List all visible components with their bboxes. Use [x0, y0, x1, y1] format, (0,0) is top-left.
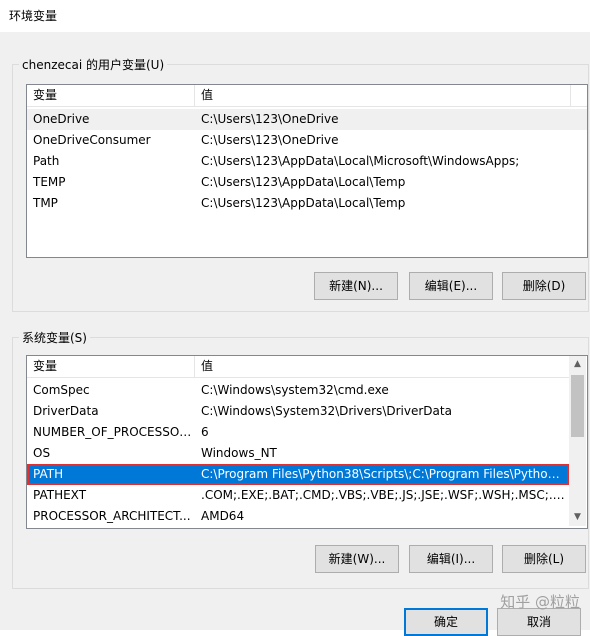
scroll-thumb[interactable]	[571, 375, 584, 437]
variable-value: C:\Users\123\OneDrive	[201, 133, 339, 147]
column-header-variable[interactable]: 变量	[27, 356, 194, 377]
variable-name: Path	[33, 154, 60, 168]
table-row[interactable]: PATHEXT .COM;.EXE;.BAT;.CMD;.VBS;.VBE;.J…	[27, 485, 569, 506]
table-row-selected[interactable]: PATH C:\Program Files\Python38\Scripts\;…	[27, 464, 569, 485]
system-variables-label: 系统变量(S)	[19, 329, 90, 346]
variable-value: C:\Program Files\Python38\Scripts\;C:\Pr…	[201, 467, 567, 481]
column-header-value[interactable]: 值	[195, 356, 569, 377]
variable-name: OneDrive	[33, 112, 90, 126]
table-row[interactable]: DriverData C:\Windows\System32\Drivers\D…	[27, 401, 569, 422]
column-header-value[interactable]: 值	[195, 85, 570, 106]
variable-value: .COM;.EXE;.BAT;.CMD;.VBS;.VBE;.JS;.JSE;.…	[201, 488, 567, 502]
cancel-button[interactable]: 取消	[497, 608, 581, 636]
ok-button[interactable]: 确定	[404, 608, 488, 636]
variable-name: PROCESSOR_ARCHITECT...	[33, 509, 191, 523]
variable-value: C:\Windows\System32\Drivers\DriverData	[201, 404, 452, 418]
table-row[interactable]: OneDriveConsumer C:\Users\123\OneDrive	[27, 130, 587, 151]
system-list-header: 变量 值	[27, 356, 569, 378]
variable-name: TEMP	[33, 175, 66, 189]
chevron-up-icon[interactable]: ▲	[569, 356, 586, 373]
variable-value: Windows_NT	[201, 446, 277, 460]
variable-value: C:\Users\123\OneDrive	[201, 112, 339, 126]
variable-value: C:\Users\123\AppData\Local\Temp	[201, 175, 406, 189]
variable-value: C:\Windows\system32\cmd.exe	[201, 383, 389, 397]
system-edit-button[interactable]: 编辑(I)...	[409, 545, 493, 573]
table-row[interactable]: Path C:\Users\123\AppData\Local\Microsof…	[27, 151, 587, 172]
user-variables-list[interactable]: 变量 值 OneDrive C:\Users\123\OneDrive OneD…	[26, 84, 588, 258]
watermark: 知乎 @粒粒	[500, 593, 580, 611]
system-variables-list[interactable]: 变量 值 ComSpec C:\Windows\system32\cmd.exe…	[26, 355, 588, 529]
user-new-button[interactable]: 新建(N)...	[314, 272, 398, 300]
table-row[interactable]: TEMP C:\Users\123\AppData\Local\Temp	[27, 172, 587, 193]
variable-name: OneDriveConsumer	[33, 133, 151, 147]
user-variables-label: chenzecai 的用户变量(U)	[19, 56, 168, 73]
variable-value: 6	[201, 425, 209, 439]
column-header-variable[interactable]: 变量	[27, 85, 194, 106]
variable-value: AMD64	[201, 509, 245, 523]
variable-name: OS	[33, 446, 51, 460]
variable-name: ComSpec	[33, 383, 90, 397]
table-row[interactable]: NUMBER_OF_PROCESSORS 6	[27, 422, 569, 443]
system-delete-button[interactable]: 删除(L)	[502, 545, 586, 573]
variable-value: C:\Users\123\AppData\Local\Microsoft\Win…	[201, 154, 520, 168]
user-edit-button[interactable]: 编辑(E)...	[409, 272, 493, 300]
table-row[interactable]: ComSpec C:\Windows\system32\cmd.exe	[27, 380, 569, 401]
system-list-scrollbar[interactable]: ▲ ▼	[569, 356, 586, 526]
title-bar: 环境变量	[0, 0, 590, 32]
variable-name: TMP	[33, 196, 58, 210]
window-title: 环境变量	[9, 9, 58, 23]
user-list-header: 变量 值	[27, 85, 587, 107]
variable-value: C:\Users\123\AppData\Local\Temp	[201, 196, 406, 210]
environment-variables-dialog: 环境变量 chenzecai 的用户变量(U) 变量 值 OneDrive C:…	[0, 0, 590, 636]
variable-name: DriverData	[33, 404, 99, 418]
table-row[interactable]: OS Windows_NT	[27, 443, 569, 464]
table-row[interactable]: OneDrive C:\Users\123\OneDrive	[27, 109, 587, 130]
system-new-button[interactable]: 新建(W)...	[315, 545, 399, 573]
user-delete-button[interactable]: 删除(D)	[502, 272, 586, 300]
variable-name: PATHEXT	[33, 488, 87, 502]
variable-name: PATH	[33, 467, 64, 481]
variable-name: NUMBER_OF_PROCESSORS	[33, 425, 194, 439]
table-row[interactable]: PROCESSOR_ARCHITECT... AMD64	[27, 506, 569, 527]
table-row[interactable]: TMP C:\Users\123\AppData\Local\Temp	[27, 193, 587, 214]
chevron-down-icon[interactable]: ▼	[569, 509, 586, 526]
